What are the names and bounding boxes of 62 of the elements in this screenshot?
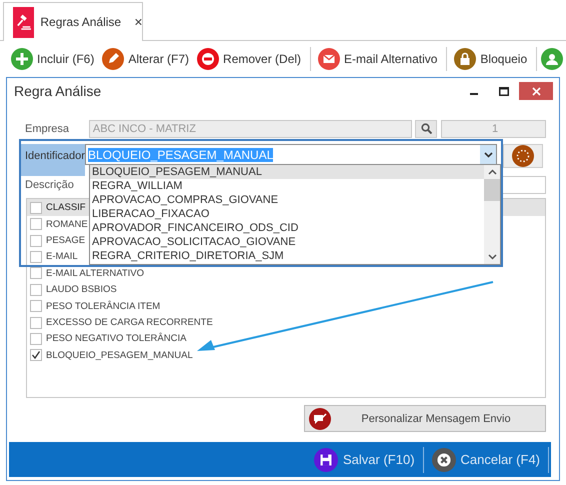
checkbox[interactable]: [30, 300, 42, 312]
field-label: Descrição: [25, 179, 75, 191]
checkbox[interactable]: [30, 316, 42, 329]
envelope-icon: [318, 48, 340, 70]
checkbox[interactable]: [30, 250, 42, 263]
footer-button[interactable]: Cancelar (F4): [424, 444, 548, 474]
speech-bubble-icon: [309, 408, 331, 430]
footer-button[interactable]: Salvar (F10): [306, 444, 423, 474]
message-button[interactable]: Personalizar Mensagem Envio: [304, 405, 546, 432]
floppy-disk-icon: [314, 448, 338, 472]
dropdown-option[interactable]: REGRA_CRITERIO_DIRETORIA_SJM: [90, 249, 484, 263]
scrollbar[interactable]: [484, 165, 500, 264]
color-button[interactable]: [503, 144, 543, 168]
checkbox[interactable]: [30, 218, 42, 230]
toolbar-button[interactable]: Remover (Del): [194, 44, 304, 74]
toolbar-button[interactable]: Bloqueio: [451, 44, 530, 74]
close-icon: [532, 86, 540, 96]
maximize-icon: [499, 86, 509, 96]
field-label: Identificador: [21, 144, 85, 176]
checklist-item[interactable]: PESAGE: [46, 235, 86, 246]
scrollbar-thumb[interactable]: [484, 179, 500, 201]
checkbox[interactable]: [30, 332, 42, 345]
pencil-icon: [102, 48, 124, 70]
field-label: Empresa: [25, 122, 70, 134]
dropdown-option[interactable]: APROVACAO_COMPRAS_GIOVANE: [90, 193, 484, 207]
column-header: CLASSIF: [46, 202, 86, 213]
dropdown-option[interactable]: BLOQUEIO_PESAGEM_MANUAL: [90, 165, 484, 179]
dropdown-button[interactable]: [480, 145, 496, 164]
checklist-item[interactable]: PESO NEGATIVO TOLERÂNCIA: [46, 333, 186, 344]
dialog-title: Regra Análise: [14, 83, 102, 99]
padlock-icon: [454, 48, 476, 70]
checklist-item[interactable]: E-MAIL: [46, 251, 78, 262]
search-button[interactable]: [415, 120, 438, 138]
toolbar-button[interactable]: Incluir (F6): [8, 44, 98, 74]
checkbox[interactable]: [30, 267, 42, 280]
dropdown-option[interactable]: REGRA_WILLIAM: [90, 179, 484, 193]
toolbar-button[interactable]: Alterar (F7): [99, 44, 192, 74]
checklist-item[interactable]: PESO TOLERÂNCIA ITEM: [46, 300, 160, 312]
dropdown-option[interactable]: LIBERACAO_FIXACAO: [90, 207, 484, 221]
dropdown-option[interactable]: APROVACAO_SOLICITACAO_GIOVANE: [90, 235, 484, 249]
dropdown-option[interactable]: APROVADOR_FINCANCEIRO_ODS_CID: [90, 221, 484, 235]
plus-icon: [11, 48, 33, 70]
checklist-item[interactable]: BLOQUEIO_PESAGEM_MANUAL: [46, 350, 193, 361]
checkbox[interactable]: [30, 349, 42, 362]
checklist-item[interactable]: EXCESSO DE CARGA RECORRENTE: [46, 317, 213, 328]
person-icon[interactable]: [541, 48, 564, 70]
gavel-icon: [13, 6, 34, 38]
close-icon[interactable]: [135, 17, 142, 27]
tab[interactable]: Regras Análise: [3, 2, 143, 41]
toolbar-button[interactable]: E-mail Alternativo: [315, 44, 440, 74]
checkbox[interactable]: [30, 284, 42, 296]
checklist-item[interactable]: LAUDO BSBIOS: [46, 284, 117, 296]
checklist-item[interactable]: E-MAIL ALTERNATIVO: [46, 268, 144, 279]
minus-icon: [197, 48, 220, 70]
checkbox[interactable]: [30, 202, 42, 214]
search-icon: [420, 123, 432, 134]
checklist-item[interactable]: ROMANE: [46, 218, 88, 230]
chevron-down-icon: [484, 152, 492, 158]
close-icon: [432, 448, 456, 472]
dotted-circle-icon: [512, 145, 534, 167]
checkbox[interactable]: [30, 234, 42, 247]
close-button[interactable]: [519, 82, 553, 100]
